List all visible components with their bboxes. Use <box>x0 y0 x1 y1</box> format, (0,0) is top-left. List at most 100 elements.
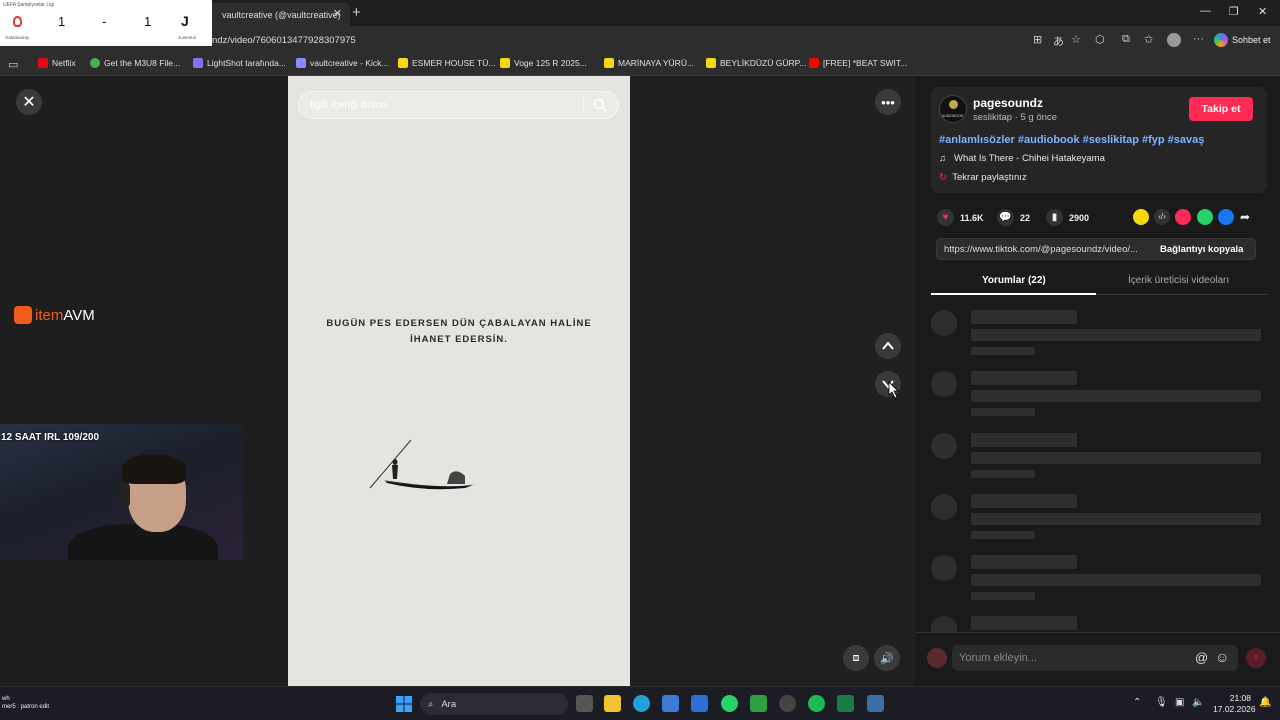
music-link[interactable]: ♫ What Is There - Chihei Hatakeyama <box>939 153 1105 164</box>
restore-icon[interactable]: ❐ <box>1229 5 1239 18</box>
video-quote: BUGÜN PES EDERSEN DÜN ÇABALAYAN HALİNE İ… <box>326 318 592 345</box>
bookmark-item[interactable]: LightShot tarafında... <box>193 58 286 68</box>
file-explorer-icon[interactable] <box>604 695 621 712</box>
stream-chat: wh mer5 : patron edit <box>2 696 50 710</box>
app-view-icon[interactable]: ⊞ <box>1033 33 1042 46</box>
skeleton-line <box>971 452 1261 464</box>
copilot-label: Sohbet et <box>1232 35 1271 45</box>
facebook-icon[interactable] <box>1218 209 1234 225</box>
close-video-button[interactable]: ✕ <box>16 89 42 115</box>
spotify-icon[interactable] <box>808 695 825 712</box>
emoji-icon[interactable]: ☺ <box>1215 649 1229 665</box>
video-link[interactable]: https://www.tiktok.com/@pagesoundz/video… <box>944 244 1138 255</box>
send-icon[interactable] <box>1175 209 1191 225</box>
favorite-star-icon[interactable]: ☆ <box>1071 33 1081 46</box>
system-clock[interactable]: 21:08 17.02.2026 <box>1213 693 1256 715</box>
search-placeholder: İlgili içeriği bulun <box>310 99 388 111</box>
outlook-icon[interactable] <box>691 695 708 712</box>
creator-avatar[interactable]: AUDIOBOOK <box>939 95 967 123</box>
profile-avatar[interactable] <box>1167 33 1181 47</box>
bookmark-item[interactable]: vaultcreative - Kick... <box>296 58 388 68</box>
comment-button[interactable]: 💬 22 <box>997 209 1030 226</box>
video-player[interactable] <box>288 76 630 686</box>
search-input[interactable]: İlgili içeriği bulun <box>298 91 619 119</box>
notifications-icon[interactable]: 🔔 <box>1259 697 1271 708</box>
task-view-icon[interactable] <box>576 695 593 712</box>
away-score: 1 <box>144 14 152 29</box>
skeleton-line <box>971 470 1035 478</box>
whatsapp-icon[interactable] <box>1197 209 1213 225</box>
pip-button[interactable]: ⧈ <box>843 645 869 671</box>
previous-video-button[interactable] <box>875 333 901 359</box>
headset-icon <box>118 482 130 508</box>
juventus-logo-icon: J <box>181 13 189 29</box>
home-score: 1 <box>58 14 66 29</box>
boat-illustration <box>369 439 477 490</box>
hashtags[interactable]: #anlamlısözler #audiobook #seslikitap #f… <box>939 134 1204 146</box>
more-options-button[interactable]: ••• <box>875 89 901 115</box>
whatsapp-app-icon[interactable] <box>721 695 738 712</box>
home-team: Galatasaray <box>5 35 30 40</box>
skeleton-line <box>971 347 1035 355</box>
minimize-icon[interactable]: — <box>1200 5 1211 17</box>
taskbar-search[interactable]: ⌕ Ara <box>420 693 568 715</box>
webcam-overlay <box>0 424 243 560</box>
translate-icon[interactable]: あ <box>1053 33 1064 49</box>
embed-icon[interactable]: ‹/› <box>1154 209 1170 225</box>
sahibinden-icon <box>398 58 408 68</box>
tab-creator-videos[interactable]: İçerik üreticisi videoları <box>1128 275 1229 286</box>
favorites-icon[interactable]: ✩ <box>1144 33 1153 46</box>
comment-icon: 💬 <box>997 209 1014 226</box>
creator-username[interactable]: pagesoundz <box>973 96 1043 110</box>
coin-share-icon[interactable] <box>1133 209 1149 225</box>
new-tab-icon[interactable]: + <box>352 4 361 21</box>
skeleton-line <box>971 616 1077 630</box>
window-close-icon[interactable]: ✕ <box>1258 5 1267 18</box>
copilot-button[interactable]: Sohbet et <box>1214 31 1271 49</box>
tab-comments[interactable]: Yorumlar (22) <box>982 275 1046 286</box>
microphone-icon[interactable]: 🎙 <box>1155 697 1168 708</box>
skeleton-line <box>971 433 1077 447</box>
youtube-icon <box>809 58 819 68</box>
bookmark-item[interactable]: Voge 125 R 2025... <box>500 58 587 68</box>
copy-link-button[interactable]: Bağlantıyı kopyala <box>1160 244 1243 255</box>
extensions-icon[interactable]: ⬡ <box>1095 33 1105 46</box>
kick-app-icon[interactable] <box>750 695 767 712</box>
app-icon[interactable] <box>867 695 884 712</box>
tab-close-icon[interactable]: ✕ <box>333 7 342 20</box>
tray-chevron-icon[interactable]: ⌃ <box>1133 697 1141 708</box>
like-button[interactable]: ♥ 11.6K <box>937 209 984 226</box>
skeleton-avatar <box>931 371 957 397</box>
excel-icon[interactable] <box>837 695 854 712</box>
url-field[interactable]: ndz/video/7606013477928307975 <box>212 35 356 46</box>
volume-button[interactable]: 🔊 <box>874 645 900 671</box>
share-arrow-icon[interactable]: ➦ <box>1240 209 1256 225</box>
follow-button[interactable]: Takip et <box>1189 97 1253 121</box>
bookmark-item[interactable]: ESMER HOUSE TÜ... <box>398 58 495 68</box>
mention-icon[interactable]: @ <box>1195 650 1208 665</box>
bookmark-item[interactable]: MARİNAYA YÜRÜ... <box>604 58 694 68</box>
more-dots-icon: ••• <box>881 94 895 110</box>
skeleton-avatar <box>931 310 957 336</box>
bookmark-item[interactable]: Get the M3U8 File... <box>90 58 180 68</box>
sahibinden-icon <box>706 58 716 68</box>
heart-icon: ♥ <box>937 209 954 226</box>
edge-icon[interactable] <box>633 695 650 712</box>
obs-icon[interactable] <box>779 695 796 712</box>
bookmark-item[interactable]: [FREE] *BEAT SWIT... <box>809 58 907 68</box>
close-icon: ✕ <box>22 94 36 111</box>
network-icon[interactable]: ▣ <box>1175 697 1184 708</box>
more-menu-icon[interactable]: ··· <box>1193 33 1204 45</box>
volume-icon[interactable]: 🔈 <box>1192 697 1204 708</box>
save-button[interactable]: ▮ 2900 <box>1046 209 1089 226</box>
bookmark-item[interactable]: Netflix <box>38 58 76 68</box>
skeleton-line <box>971 390 1261 402</box>
store-icon[interactable] <box>662 695 679 712</box>
search-icon[interactable] <box>592 97 608 113</box>
split-screen-icon[interactable]: ⧉ <box>1122 33 1130 46</box>
send-comment-button[interactable]: ↑ <box>1246 648 1266 668</box>
bookmark-item[interactable]: BEYLİKDÜZÜ GÜRP... <box>706 58 806 68</box>
windows-start-icon[interactable] <box>396 696 412 712</box>
sidebar-toggle-icon[interactable]: ▭ <box>8 58 18 71</box>
browser-tab[interactable]: vaultcreative (@vaultcreative) ✕ <box>200 3 350 26</box>
